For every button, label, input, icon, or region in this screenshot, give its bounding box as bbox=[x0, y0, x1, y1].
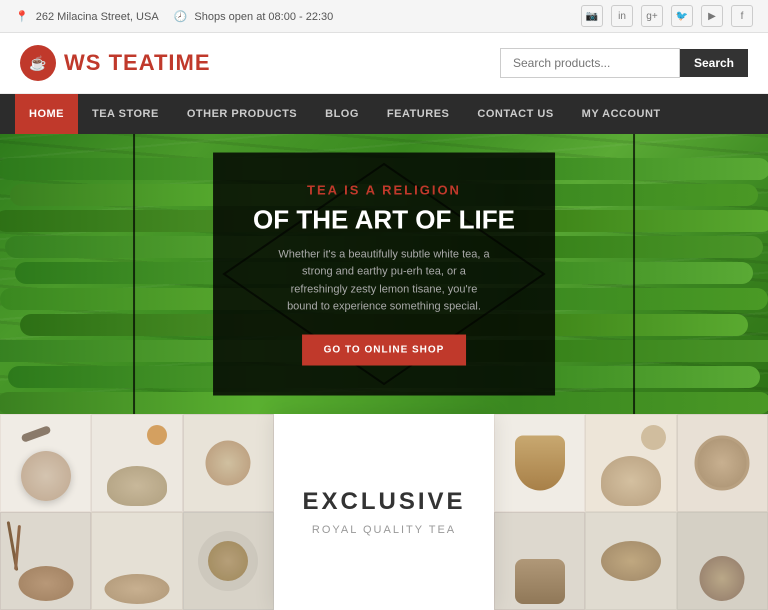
tea-item-5 bbox=[91, 512, 182, 610]
tea-item-4 bbox=[0, 512, 91, 610]
logo-icon: ☕ bbox=[20, 45, 56, 81]
logo-text: WS TEATIME bbox=[64, 50, 211, 76]
clock-icon: 🕗 bbox=[174, 11, 188, 23]
youtube-link[interactable]: ▶ bbox=[701, 5, 723, 27]
instagram-link[interactable]: 📷 bbox=[581, 5, 603, 27]
main-nav: HOME TEA STORE OTHER PRODUCTS BLOG FEATU… bbox=[0, 94, 768, 134]
address-info: 📍 262 Milacina Street, USA bbox=[15, 10, 159, 23]
social-links: 📷 in g+ 🐦 ▶ f bbox=[581, 5, 753, 27]
nav-my-account[interactable]: MY ACCOUNT bbox=[568, 94, 675, 134]
tea-item-r6 bbox=[677, 512, 768, 610]
hours-info: 🕗 Shops open at 08:00 - 22:30 bbox=[174, 10, 334, 23]
tea-item-r2 bbox=[585, 414, 676, 512]
hero-title: OF THE ART OF LIFE bbox=[253, 206, 515, 235]
search-input[interactable] bbox=[500, 48, 680, 78]
hero-section: TEA IS A RELIGION OF THE ART OF LIFE Whe… bbox=[0, 134, 768, 414]
nav-contact[interactable]: CONTACT US bbox=[463, 94, 567, 134]
logo: ☕ WS TEATIME bbox=[20, 45, 211, 81]
nav-features[interactable]: FEATURES bbox=[373, 94, 463, 134]
tea-item-2 bbox=[91, 414, 182, 512]
search-bar: Search bbox=[500, 48, 748, 78]
pin-icon: 📍 bbox=[15, 11, 29, 23]
linkedin-link[interactable]: in bbox=[611, 5, 633, 27]
tea-item-6 bbox=[183, 512, 274, 610]
search-button[interactable]: Search bbox=[680, 49, 748, 77]
hero-subtitle: TEA IS A RELIGION bbox=[253, 183, 515, 198]
hero-description: Whether it's a beautifully subtle white … bbox=[274, 246, 494, 316]
hero-background: TEA IS A RELIGION OF THE ART OF LIFE Whe… bbox=[0, 134, 768, 414]
nav-other-products[interactable]: OTHER PRODUCTS bbox=[173, 94, 311, 134]
twitter-link[interactable]: 🐦 bbox=[671, 5, 693, 27]
top-bar: 📍 262 Milacina Street, USA 🕗 Shops open … bbox=[0, 0, 768, 33]
top-bar-info: 📍 262 Milacina Street, USA 🕗 Shops open … bbox=[15, 10, 333, 23]
tea-images-left bbox=[0, 414, 274, 610]
tea-item-r3 bbox=[677, 414, 768, 512]
bottom-section: EXCLUSIVE ROYAL QUALITY TEA bbox=[0, 414, 768, 610]
nav-home[interactable]: HOME bbox=[15, 94, 78, 134]
tea-images-right bbox=[494, 414, 768, 610]
tea-item-3 bbox=[183, 414, 274, 512]
exclusive-box: EXCLUSIVE ROYAL QUALITY TEA bbox=[274, 414, 494, 610]
exclusive-title: EXCLUSIVE bbox=[302, 488, 465, 516]
tea-item-r4 bbox=[494, 512, 585, 610]
tea-item-r1 bbox=[494, 414, 585, 512]
google-plus-link[interactable]: g+ bbox=[641, 5, 663, 27]
hero-overlay: TEA IS A RELIGION OF THE ART OF LIFE Whe… bbox=[213, 153, 555, 396]
exclusive-subtitle: ROYAL QUALITY TEA bbox=[312, 524, 456, 536]
facebook-link[interactable]: f bbox=[731, 5, 753, 27]
header: ☕ WS TEATIME Search bbox=[0, 33, 768, 94]
nav-blog[interactable]: BLOG bbox=[311, 94, 373, 134]
shop-button[interactable]: GO TO ONLINE SHOP bbox=[302, 334, 467, 365]
tea-item-1 bbox=[0, 414, 91, 512]
tea-item-r5 bbox=[585, 512, 676, 610]
nav-tea-store[interactable]: TEA STORE bbox=[78, 94, 173, 134]
